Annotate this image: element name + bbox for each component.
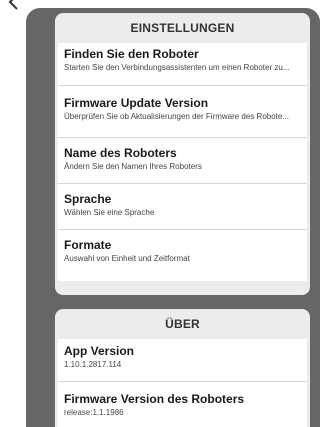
list-item-formats[interactable]: Formate Auswahl von Einheit und Zeitform…	[58, 230, 307, 281]
item-title: Name des Roboters	[64, 146, 177, 160]
item-subtitle: 1.10.1.2817.114	[64, 360, 122, 369]
item-title: App Version	[64, 344, 135, 358]
item-subtitle: Überprüfen Sie ob Aktualisierungen der F…	[64, 112, 290, 121]
item-subtitle: Wählen Sie eine Sprache	[64, 208, 155, 217]
item-subtitle: Starten Sie den Verbindungsassistenten u…	[64, 63, 290, 72]
list-item-app-version: App Version 1.10.1.2817.114	[58, 339, 307, 382]
item-title: Formate	[64, 238, 112, 252]
item-title: Firmware Update Version	[64, 96, 209, 110]
list-item-robot-name[interactable]: Name des Roboters Ändern Sie den Namen I…	[58, 138, 307, 184]
item-subtitle: Ändern Sie den Namen Ihres Roboters	[64, 162, 202, 171]
back-arrow-icon[interactable]	[5, 0, 23, 11]
item-subtitle: Auswahl von Einheit und Zeitformat	[64, 254, 190, 263]
list-item-language[interactable]: Sprache Wählen Sie eine Sprache	[58, 184, 307, 230]
settings-panel: EINSTELLUNGEN Finden Sie den Roboter Sta…	[55, 13, 310, 295]
list-item-robot-firmware-version: Firmware Version des Roboters release:1.…	[58, 382, 307, 427]
about-header: ÜBER	[165, 317, 200, 331]
item-title: Firmware Version des Roboters	[64, 392, 245, 406]
item-subtitle: release:1.1.1986	[64, 408, 124, 417]
about-panel: ÜBER App Version 1.10.1.2817.114 Firmwar…	[55, 309, 310, 427]
item-title: Sprache	[64, 192, 112, 206]
list-item-firmware-update[interactable]: Firmware Update Version Überprüfen Sie o…	[58, 86, 307, 138]
settings-screen: EINSTELLUNGEN Finden Sie den Roboter Sta…	[0, 0, 330, 427]
item-title: Finden Sie den Roboter	[64, 47, 199, 61]
settings-header: EINSTELLUNGEN	[130, 21, 235, 35]
list-item-find-robot[interactable]: Finden Sie den Roboter Starten Sie den V…	[58, 43, 307, 86]
